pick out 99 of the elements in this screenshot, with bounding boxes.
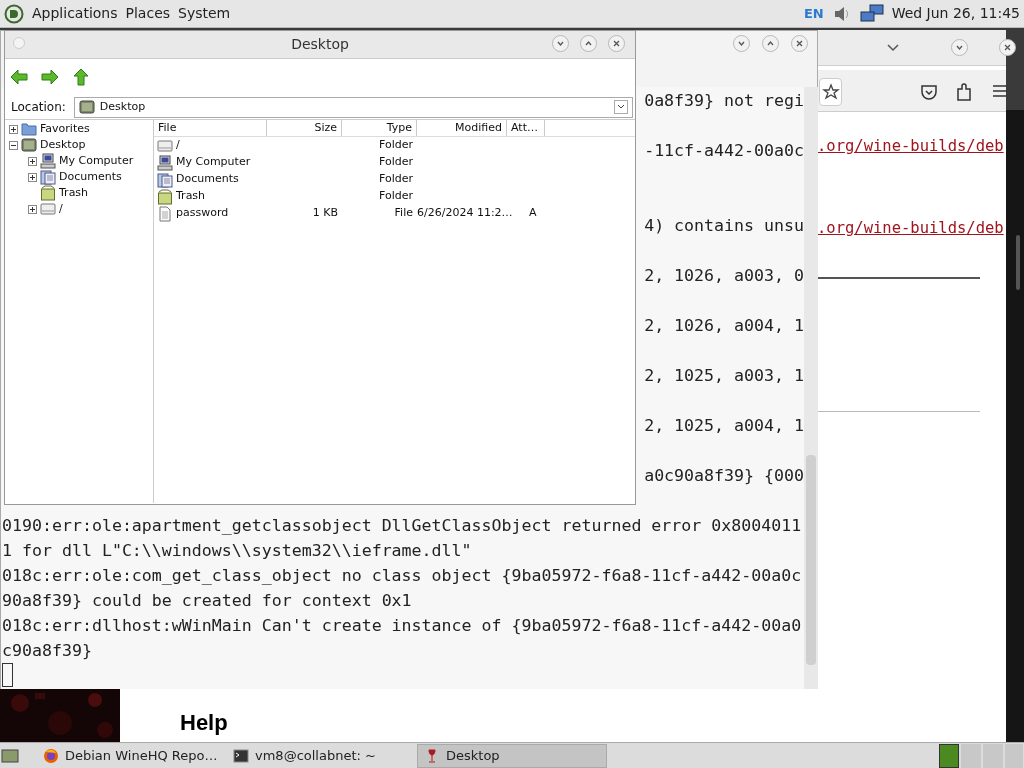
documents-icon (40, 169, 56, 185)
terminal-line: 018c:err:dllhost:wWinMain Can't create instance of {9ba05972-f6a8-11cf-a442-00a0 (2, 615, 802, 637)
workspace-switcher[interactable] (939, 743, 1023, 768)
file-name[interactable]: Trash (176, 188, 206, 205)
maximize-button[interactable] (580, 35, 597, 52)
terminal-line: 2, 1026, a004, 1 (644, 315, 804, 337)
close-icon (612, 39, 621, 48)
table-cell: Folder (379, 138, 413, 152)
menu-logo-icon[interactable] (4, 3, 24, 24)
text-cursor (2, 663, 13, 687)
location-combobox[interactable]: Desktop (73, 96, 633, 118)
browser-icon (43, 747, 59, 764)
expand-icon[interactable] (28, 204, 37, 214)
table-cell: File (394, 206, 413, 220)
chevron-down-icon (556, 39, 565, 48)
close-icon (1003, 43, 1012, 52)
keyboard-layout[interactable]: EN (803, 3, 824, 24)
minimize-button[interactable] (552, 35, 569, 52)
panel-menu[interactable]: Places (125, 3, 171, 24)
terminal-line: 90a8f39} could be created for context 0x1 (2, 590, 412, 612)
documents-icon (157, 171, 173, 188)
terminal-line: -11cf-a442-00a0c (644, 140, 804, 162)
trash-icon (40, 185, 56, 201)
taskbar-button[interactable]: vm8@collabnet: ~ (227, 743, 417, 768)
heading: Help (180, 709, 228, 737)
expand-icon[interactable] (28, 156, 37, 166)
close-button[interactable] (608, 35, 625, 52)
chevron-up-icon (766, 39, 775, 48)
terminal-icon (233, 747, 249, 764)
column-header[interactable]: Type (342, 120, 417, 136)
collapse-icon[interactable] (9, 140, 18, 150)
field-label: Location: (10, 99, 67, 116)
taskbar-button[interactable]: Debian WineHQ Repo… (37, 743, 227, 768)
terminal-line: c90a8f39} (2, 640, 92, 662)
computer-icon (40, 153, 56, 169)
menu-icon[interactable] (992, 84, 1008, 98)
back-arrow-icon[interactable] (9, 67, 29, 87)
desktop-icon (21, 137, 37, 153)
terminal-line: 0190:err:ole:apartment_getclassobject DllGetClassObject returned error 0x8004011 (2, 515, 802, 537)
network-icon[interactable] (859, 3, 884, 24)
chevron-down-icon (737, 39, 746, 48)
tree-item[interactable]: Documents (59, 168, 122, 186)
table-cell: 6/26/2024 11:2… (417, 206, 513, 220)
chevron-down-icon (955, 43, 964, 52)
pocket-icon[interactable] (920, 83, 938, 101)
terminal-line: 2, 1026, a003, 0 (644, 265, 804, 287)
file-name[interactable]: Documents (176, 171, 239, 188)
file-name[interactable]: My Computer (176, 154, 251, 171)
trash-icon (157, 188, 173, 205)
panel-menu[interactable]: Applications (32, 3, 118, 24)
column-header[interactable]: File (154, 120, 267, 136)
forward-arrow-icon[interactable] (40, 67, 60, 87)
close-icon (795, 39, 804, 48)
clock[interactable]: Wed Jun 26, 11:45 (891, 3, 1020, 24)
chevron-down-icon[interactable] (886, 43, 900, 53)
terminal-line: 018c:err:ole:com_get_class_object no class object {9ba05972-f6a8-11cf-a442-00a0c (2, 565, 802, 587)
terminal-line: 2, 1025, a003, 1 (644, 365, 804, 387)
terminal-line: a0c90a8f39} {000 (644, 465, 804, 487)
file-icon (157, 205, 173, 222)
link[interactable]: .org/wine-builds/deb (817, 217, 1006, 239)
extensions-icon[interactable] (955, 82, 973, 102)
terminal-line: 1 for dll L"C:\\windows\\system32\\ieframe.dll" (2, 540, 472, 562)
column-header[interactable]: Size (267, 120, 342, 136)
drive-icon (157, 137, 173, 154)
tree-item[interactable]: Desktop (40, 136, 86, 154)
window-title: Desktop (291, 35, 349, 54)
scrollbar-thumb[interactable] (806, 455, 816, 665)
link[interactable]: .org/wine-builds/deb (817, 135, 1006, 157)
tree-item[interactable]: Favorites (40, 120, 90, 138)
bookmark-button[interactable] (819, 78, 842, 106)
terminal-line: 0a8f39} not regi (644, 90, 804, 112)
tree-item[interactable]: Trash (59, 184, 89, 202)
scrollbar-thumb[interactable] (1016, 235, 1020, 290)
terminal-line: 4) contains unsu (644, 215, 804, 237)
show-desktop-icon[interactable] (1, 747, 19, 764)
column-header[interactable]: Att… (507, 120, 545, 136)
table-cell: 1 KB (312, 206, 338, 220)
taskbar-button[interactable]: Desktop (417, 743, 607, 768)
expand-icon[interactable] (9, 124, 18, 134)
column-header[interactable]: Modified (417, 120, 507, 136)
up-arrow-icon[interactable] (71, 67, 91, 87)
table-cell: A (529, 206, 537, 220)
chevron-up-icon (584, 39, 593, 48)
table-cell: Folder (379, 155, 413, 169)
maximize-button[interactable] (762, 35, 779, 52)
dropdown-icon[interactable] (614, 100, 628, 114)
panel-menu[interactable]: System (178, 3, 231, 24)
close-button[interactable] (791, 35, 808, 52)
terminal-line: 2, 1025, a004, 1 (644, 415, 804, 437)
expand-icon[interactable] (28, 172, 37, 182)
desktop-icon (78, 99, 95, 115)
table-cell: Folder (379, 172, 413, 186)
file-name[interactable]: password (176, 205, 229, 222)
drive-icon (40, 201, 56, 217)
minimize-button[interactable] (733, 35, 750, 52)
tree-item[interactable]: My Computer (59, 152, 134, 170)
table-cell: Folder (379, 189, 413, 203)
folder-icon (21, 121, 37, 137)
computer-icon (157, 154, 173, 171)
